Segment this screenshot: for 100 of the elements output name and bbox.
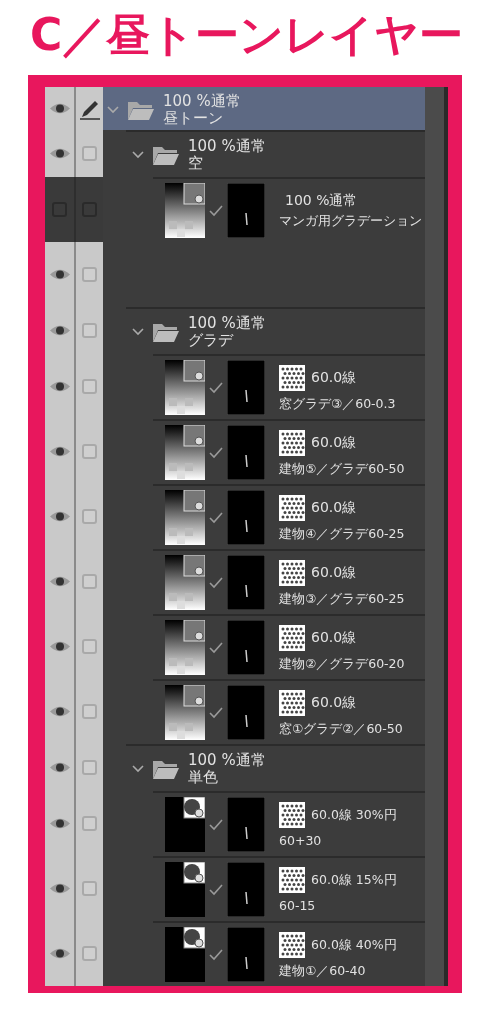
page-heading: C／昼トーンレイヤー bbox=[30, 8, 465, 62]
check-icon bbox=[209, 576, 223, 589]
edit-checkbox[interactable] bbox=[82, 760, 97, 775]
layer-row[interactable]: 100 %通常 グラデ bbox=[103, 307, 425, 354]
layer-row[interactable]: 60.0線 40%円 建物①／60-40 bbox=[103, 921, 425, 986]
blend-mode-label: 100 %通常 bbox=[285, 192, 358, 209]
mask-thumbnail bbox=[227, 555, 265, 610]
visibility-toggle[interactable] bbox=[45, 921, 76, 986]
edit-checkbox[interactable] bbox=[82, 146, 97, 161]
mask-thumbnail bbox=[227, 797, 265, 852]
tone-icon bbox=[279, 801, 305, 828]
layer-thumbnail bbox=[165, 425, 205, 480]
layer-row[interactable]: 100 %通常 単色 bbox=[103, 744, 425, 791]
mask-thumbnail bbox=[227, 490, 265, 545]
eye-icon[interactable] bbox=[48, 575, 71, 588]
eye-icon[interactable] bbox=[48, 102, 71, 115]
eye-icon[interactable] bbox=[48, 380, 71, 393]
eye-icon[interactable] bbox=[48, 640, 71, 653]
selected-row[interactable]: 100 %通常 昼トーン bbox=[103, 87, 425, 130]
edit-checkbox[interactable] bbox=[82, 509, 97, 524]
tone-setting: 60.0線 bbox=[311, 499, 357, 516]
tone-setting: 60.0線 bbox=[311, 434, 357, 451]
edit-checkbox[interactable] bbox=[82, 379, 97, 394]
layer-thumbnail bbox=[165, 620, 205, 675]
tone-setting: 60.0線 bbox=[311, 629, 357, 646]
layer-row[interactable]: 100 %通常 マンガ用グラデーション bbox=[103, 177, 425, 242]
layer-name: 60+30 bbox=[279, 833, 323, 848]
eye-icon[interactable] bbox=[48, 510, 71, 523]
edit-checkbox[interactable] bbox=[82, 816, 97, 831]
tone-icon bbox=[279, 494, 305, 521]
folder-name: 空 bbox=[188, 154, 204, 171]
eye-icon[interactable] bbox=[48, 817, 71, 830]
blend-mode-label: 100 %通常 bbox=[188, 752, 266, 769]
eye-icon[interactable] bbox=[48, 882, 71, 895]
layer-row[interactable]: 60.0線 建物④／グラデ60-25 bbox=[103, 484, 425, 549]
edit-checkbox[interactable] bbox=[82, 639, 97, 654]
layer-row[interactable]: 60.0線 窓グラデ③／60-0.3 bbox=[103, 354, 425, 419]
check-icon bbox=[209, 641, 223, 654]
eye-icon[interactable] bbox=[48, 761, 71, 774]
visibility-toggle[interactable] bbox=[45, 242, 76, 307]
edit-checkbox[interactable] bbox=[82, 267, 97, 282]
check-icon bbox=[209, 883, 223, 896]
layer-row[interactable]: 60.0線 窓①グラデ②／60-50 bbox=[103, 679, 425, 744]
visibility-toggle[interactable] bbox=[45, 87, 76, 130]
layer-name: 建物①／60-40 bbox=[279, 963, 367, 978]
eye-icon[interactable] bbox=[48, 445, 71, 458]
eye-icon[interactable] bbox=[48, 268, 71, 281]
edit-checkbox[interactable] bbox=[82, 323, 97, 338]
layer-row[interactable]: 60.0線 30%円 60+30 bbox=[103, 791, 425, 856]
layer-name: 60-15 bbox=[279, 898, 317, 913]
eye-icon[interactable] bbox=[48, 147, 71, 160]
folder-name: 単色 bbox=[188, 768, 219, 785]
layer-row[interactable]: 60.0線 建物③／グラデ60-25 bbox=[103, 549, 425, 614]
tone-setting: 60.0線 bbox=[311, 369, 357, 386]
folder-name: 昼トーン bbox=[163, 109, 224, 126]
tone-icon bbox=[279, 866, 305, 893]
layer-thumbnail bbox=[165, 490, 205, 545]
tone-icon bbox=[279, 429, 305, 456]
layer-thumbnail bbox=[165, 360, 205, 415]
mask-thumbnail bbox=[227, 927, 265, 982]
layer-name: 建物④／グラデ60-25 bbox=[279, 526, 405, 541]
tone-setting: 60.0線 40%円 bbox=[311, 937, 397, 952]
blend-mode-label: 100 %通常 bbox=[188, 138, 266, 155]
tone-icon bbox=[279, 624, 305, 651]
layer-thumbnail bbox=[165, 797, 205, 852]
check-icon bbox=[209, 511, 223, 524]
eye-icon[interactable] bbox=[48, 947, 71, 960]
check-icon bbox=[209, 948, 223, 961]
layer-name: 建物③／グラデ60-25 bbox=[279, 591, 405, 606]
tone-setting: 60.0線 15%円 bbox=[311, 872, 397, 887]
layer-name: 建物②／グラデ60-20 bbox=[279, 656, 405, 671]
chevron-icon[interactable] bbox=[132, 327, 144, 336]
edit-checkbox[interactable] bbox=[82, 444, 97, 459]
scrollbar[interactable] bbox=[425, 87, 448, 986]
tone-setting: 60.0線 bbox=[311, 564, 357, 581]
check-icon bbox=[209, 706, 223, 719]
layer-name: 建物⑤／グラデ60-50 bbox=[279, 461, 405, 476]
eye-icon[interactable] bbox=[48, 705, 71, 718]
blend-mode-label: 100 %通常 bbox=[188, 315, 266, 332]
edit-checkbox[interactable] bbox=[82, 704, 97, 719]
layer-thumbnail bbox=[165, 862, 205, 917]
folder-name: グラデ bbox=[188, 331, 235, 348]
edit-checkbox[interactable] bbox=[82, 881, 97, 896]
check-icon bbox=[209, 446, 223, 459]
layer-name: 窓①グラデ②／60-50 bbox=[279, 721, 403, 736]
layer-row[interactable]: 60.0線 建物②／グラデ60-20 bbox=[103, 614, 425, 679]
visibility-toggle[interactable] bbox=[45, 130, 76, 177]
edit-checkbox[interactable] bbox=[82, 946, 97, 961]
layer-thumbnail bbox=[165, 555, 205, 610]
layer-thumbnail bbox=[165, 183, 205, 238]
layer-row[interactable]: 60.0線 15%円 60-15 bbox=[103, 856, 425, 921]
layer-row[interactable]: 100 %通常 空 bbox=[103, 130, 425, 177]
mask-thumbnail bbox=[227, 360, 265, 415]
chevron-icon[interactable] bbox=[132, 150, 144, 159]
layer-name: マンガ用グラデーション bbox=[279, 214, 422, 229]
layer-row[interactable]: 60.0線 建物⑤／グラデ60-50 bbox=[103, 419, 425, 484]
edit-checkbox[interactable] bbox=[82, 574, 97, 589]
tone-icon bbox=[279, 931, 305, 958]
chevron-icon[interactable] bbox=[132, 764, 144, 773]
eye-icon[interactable] bbox=[48, 324, 71, 337]
